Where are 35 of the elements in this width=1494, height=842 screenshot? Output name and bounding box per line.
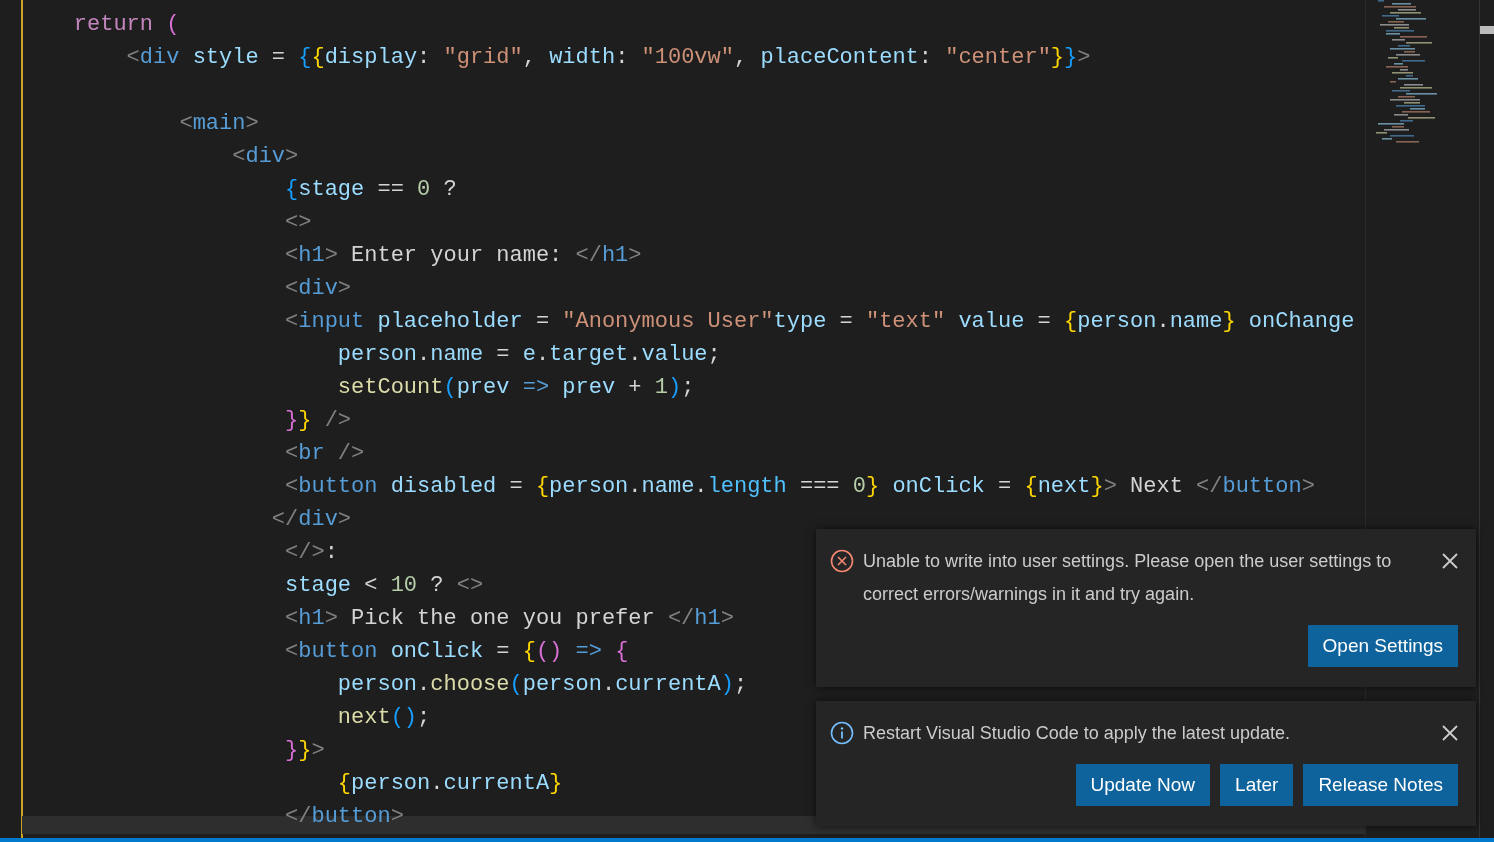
notification-button[interactable]: Update Now <box>1075 764 1211 806</box>
info-icon <box>830 721 854 745</box>
code-line: {person.currentA} <box>336 770 563 798</box>
code-line: person.choose(person.currentA); <box>336 671 748 699</box>
code-line: }}> <box>284 737 325 765</box>
notification-message: Unable to write into user settings. Please open the user settings to correct errors/warnings in it and try again. <box>863 550 1393 606</box>
code-line: {stage == 0 ? <box>284 176 457 204</box>
code-line: <div style = {{display: "grid", width: "100vw", placeContent: "center"}}> <box>125 44 1091 72</box>
code-line: stage < 10 ? <> <box>284 572 484 600</box>
notification-button[interactable]: Later <box>1220 764 1294 806</box>
error-icon <box>830 549 854 573</box>
code-line: person.name = e.target.value; <box>336 341 721 369</box>
code-line: return ( <box>72 11 180 39</box>
notification-button[interactable]: Release Notes <box>1303 764 1458 806</box>
close-icon[interactable] <box>1442 725 1458 741</box>
code-line: <main> <box>178 110 259 138</box>
code-line: <div> <box>284 275 352 303</box>
code-line: </>: <box>284 539 338 567</box>
notification-message: Restart Visual Studio Code to apply the latest update. <box>863 722 1291 745</box>
code-line: <input placeholder = "Anonymous User"type = "text" value = {person.name} onChange <box>284 308 1355 336</box>
vertical-scrollbar[interactable] <box>1479 0 1494 838</box>
code-line: </button> <box>284 803 404 831</box>
code-line: setCount(prev => prev + 1); <box>336 374 695 402</box>
code-line: <button disabled = {person.name.length === 0} onClick = {next}> Next </button> <box>284 473 1315 501</box>
code-line: }} /> <box>284 407 352 435</box>
code-line: <button onClick = {() => { <box>284 638 629 666</box>
code-line: <div> <box>231 143 299 171</box>
code-line: </div> <box>270 506 352 534</box>
code-line: <> <box>284 209 312 237</box>
code-line: <h1> Pick the one you prefer </h1> <box>284 605 734 633</box>
close-icon[interactable] <box>1442 553 1458 569</box>
code-line: <br /> <box>284 440 365 468</box>
code-line: next(); <box>336 704 431 732</box>
notification-button[interactable]: Open Settings <box>1307 625 1458 667</box>
code-line: <h1> Enter your name: </h1> <box>284 242 642 270</box>
